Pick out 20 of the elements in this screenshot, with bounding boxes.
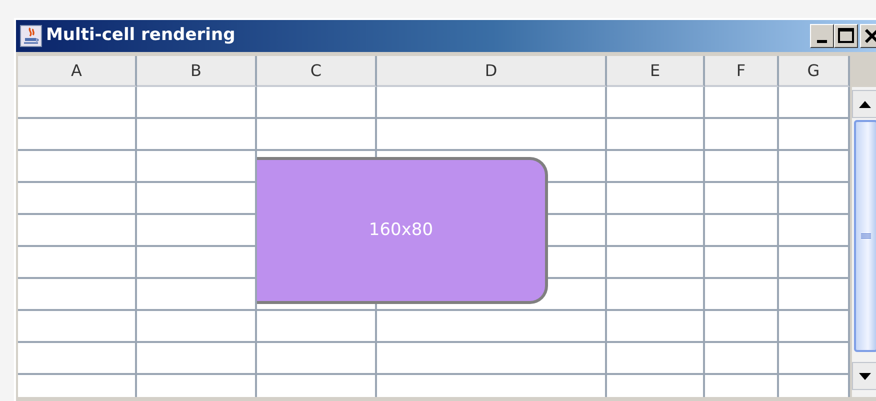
column-header[interactable]: D xyxy=(377,56,607,87)
column-header[interactable]: E xyxy=(607,56,705,87)
scroll-down-button[interactable] xyxy=(852,362,876,390)
column-header[interactable]: B xyxy=(137,56,257,87)
window-title: Multi-cell rendering xyxy=(46,24,236,48)
rounded-cell-shape: 160x80 xyxy=(257,157,548,304)
column-header[interactable]: F xyxy=(705,56,779,87)
grip-icon xyxy=(861,233,871,239)
maximize-button[interactable] xyxy=(834,24,858,48)
scroll-thumb[interactable] xyxy=(854,120,876,352)
down-arrow-icon xyxy=(859,372,871,380)
column-header[interactable]: C xyxy=(257,56,377,87)
coffee-cup-icon xyxy=(20,25,42,47)
column-header[interactable]: A xyxy=(18,56,137,87)
up-arrow-icon xyxy=(859,100,871,108)
scroll-up-button[interactable] xyxy=(852,90,876,118)
minimize-button[interactable] xyxy=(810,24,834,48)
column-header[interactable]: G xyxy=(779,56,850,87)
vertical-scrollbar[interactable] xyxy=(852,87,876,397)
minimize-icon xyxy=(817,40,827,42)
